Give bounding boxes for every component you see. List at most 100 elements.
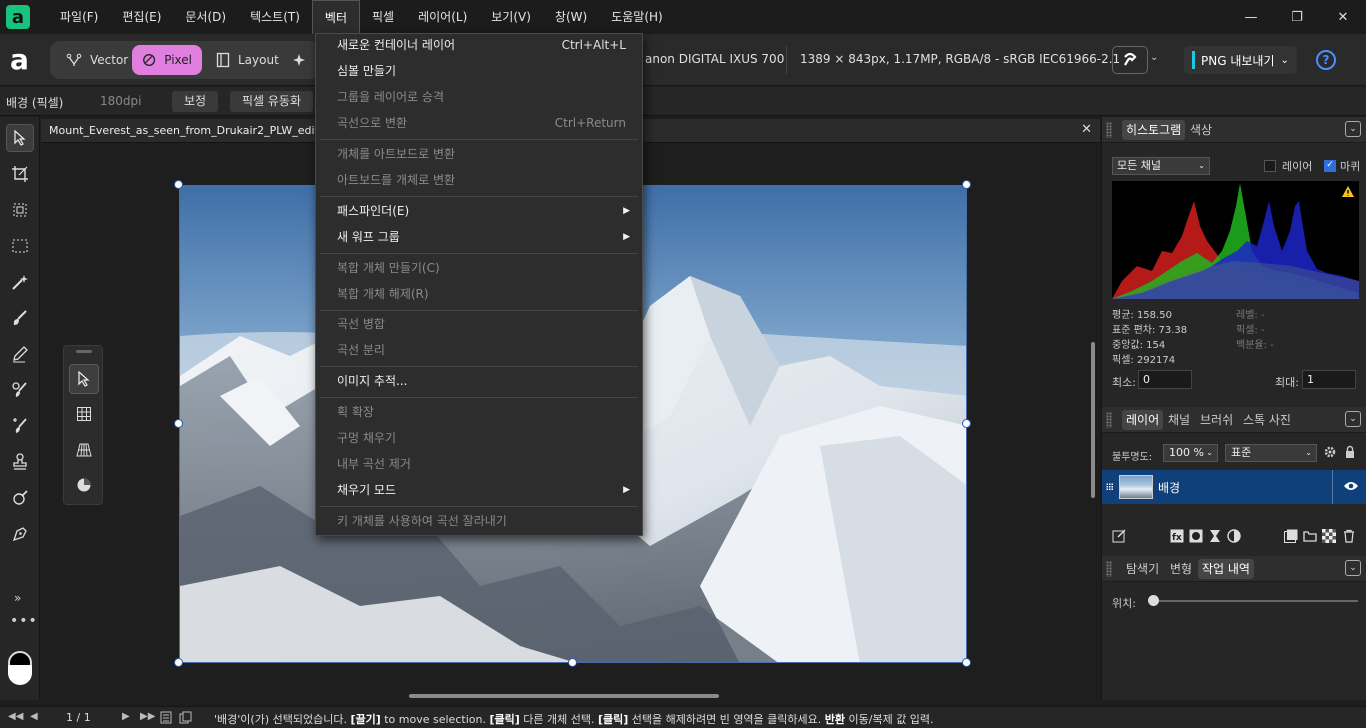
pixel-tool[interactable] [6, 340, 34, 368]
adjust-button[interactable]: 보정 [172, 91, 219, 112]
sparkle-icon[interactable] [292, 53, 306, 67]
selection-brush-tool[interactable] [6, 196, 34, 224]
close-button[interactable]: ✕ [1320, 0, 1366, 34]
folder-icon[interactable] [1303, 529, 1317, 543]
menuitem-release-compound[interactable]: 복합 개체 해제(R) [316, 283, 642, 309]
menuitem-separate-curves[interactable]: 곡선 분리 [316, 339, 642, 365]
stamp-tool[interactable] [6, 448, 34, 476]
edit-layer-icon[interactable] [1112, 529, 1126, 543]
menuitem-artboard-to-object[interactable]: 아트보드를 개체로 변환 [316, 169, 642, 195]
snapping-dropdown-caret[interactable]: ⌄ [1150, 52, 1158, 63]
tab-history[interactable]: 작업 내역 [1198, 559, 1254, 579]
next-page-icon[interactable]: ▶ [122, 711, 130, 722]
menu-edit[interactable]: 편집(E) [110, 0, 173, 34]
menuitem-remove-inner-curves[interactable]: 내부 곡선 제거 [316, 453, 642, 479]
resize-handle-tl[interactable] [174, 180, 183, 189]
menu-document[interactable]: 문서(D) [173, 0, 238, 34]
clone-tool[interactable] [6, 376, 34, 404]
tab-histogram[interactable]: 히스토그램 [1122, 120, 1186, 140]
menu-pixel[interactable]: 픽셀 [360, 0, 406, 34]
panel-grip[interactable] [1106, 561, 1112, 577]
resize-handle-br[interactable] [962, 658, 971, 667]
menuitem-join-curves[interactable]: 곡선 병합 [316, 313, 642, 339]
fx-icon[interactable]: fx [1170, 529, 1184, 543]
restore-button[interactable]: ❐ [1274, 0, 1320, 34]
menuitem-divide-with-key[interactable]: 키 개체를 사용하여 곡선 잘라내기 [316, 510, 642, 536]
layer-checkbox[interactable] [1264, 160, 1276, 172]
persona-pixel[interactable]: Pixel [132, 45, 202, 75]
chevron-down-icon[interactable]: ⌄ [1345, 411, 1361, 427]
tools-options-button[interactable]: ••• [10, 613, 38, 629]
gear-icon[interactable] [1323, 445, 1337, 459]
tab-transform[interactable]: 변형 [1166, 559, 1196, 579]
panel-grip[interactable] [1106, 122, 1112, 138]
flood-select-tool[interactable] [6, 268, 34, 296]
persona-vector[interactable]: Vector [56, 45, 138, 75]
page-icon[interactable] [160, 711, 172, 724]
pages-icon[interactable] [179, 711, 192, 724]
panel-grip[interactable] [76, 350, 92, 353]
float-pointer-tool[interactable] [69, 364, 99, 394]
tab-navigator[interactable]: 탐색기 [1122, 559, 1163, 579]
paint-brush-tool[interactable] [6, 304, 34, 332]
menuitem-new-warp-group[interactable]: 새 워프 그룹 ▶ [316, 226, 642, 252]
adjustment-icon[interactable] [1208, 529, 1222, 543]
menuitem-make-compound[interactable]: 복합 개체 만들기(C) [316, 257, 642, 283]
secondary-color-swatch[interactable] [8, 665, 32, 685]
document-close-button[interactable]: ✕ [1081, 122, 1092, 137]
lock-icon[interactable] [1344, 445, 1356, 459]
layer-drag-icon[interactable] [1106, 483, 1114, 491]
tab-brushes[interactable]: 브러쉬 [1196, 410, 1237, 430]
trash-icon[interactable] [1342, 529, 1356, 543]
panel-grip[interactable] [1106, 412, 1112, 428]
minimize-button[interactable]: — [1228, 0, 1274, 34]
menuitem-expand-stroke[interactable]: 획 확장 [316, 401, 642, 427]
move-tool[interactable] [6, 124, 34, 152]
menu-file[interactable]: 파일(F) [48, 0, 110, 34]
vertical-scrollbar[interactable] [1091, 342, 1095, 498]
marquee-checkbox[interactable]: ✓ [1324, 160, 1336, 172]
chevron-down-icon[interactable]: ⌄ [1345, 560, 1361, 576]
tab-stock[interactable]: 스톡 사진 [1239, 410, 1295, 430]
tab-layers[interactable]: 레이어 [1122, 410, 1164, 430]
resize-handle-tr[interactable] [962, 180, 971, 189]
opacity-select[interactable]: 100 % ⌄ [1163, 444, 1218, 462]
float-mesh-tool[interactable] [69, 399, 99, 429]
menuitem-fill-mode[interactable]: 채우기 모드 ▶ [316, 479, 642, 505]
menu-text[interactable]: 텍스트(T) [238, 0, 312, 34]
liquify-button[interactable]: 픽셀 유동화 [230, 91, 314, 112]
menuitem-promote-group[interactable]: 그룹을 레이어로 승격 [316, 86, 642, 112]
prev-page-icon[interactable]: ◀ [30, 711, 38, 722]
menuitem-create-symbol[interactable]: 심볼 만들기 [316, 60, 642, 86]
float-perspective-tool[interactable] [69, 435, 99, 465]
menuitem-fill-holes[interactable]: 구멍 채우기 [316, 427, 642, 453]
history-slider-knob[interactable] [1148, 595, 1159, 606]
tab-color[interactable]: 색상 [1186, 120, 1216, 140]
fill-tool[interactable] [6, 484, 34, 512]
layer-row-background[interactable]: 배경 [1102, 470, 1366, 504]
menu-layer[interactable]: 레이어(L) [406, 0, 479, 34]
float-fill-tool[interactable] [69, 470, 99, 500]
max-input[interactable]: 1 [1302, 370, 1356, 389]
blend-mode-select[interactable]: 표준 ⌄ [1225, 444, 1317, 462]
menu-vector[interactable]: 벡터 [311, 0, 360, 34]
marquee-tool[interactable] [6, 232, 34, 260]
menu-help[interactable]: 도움말(H) [599, 0, 675, 34]
resize-handle-bl[interactable] [174, 658, 183, 667]
resize-handle-mr[interactable] [962, 419, 971, 428]
live-filter-icon[interactable] [1227, 529, 1241, 543]
menu-window[interactable]: 창(W) [543, 0, 599, 34]
tab-channels[interactable]: 채널 [1164, 410, 1194, 430]
add-pixel-layer-icon[interactable] [1284, 529, 1298, 543]
resize-handle-ml[interactable] [174, 419, 183, 428]
help-button[interactable]: ? [1316, 50, 1336, 70]
crop-tool[interactable] [6, 160, 34, 188]
checkerboard-icon[interactable] [1322, 529, 1336, 543]
menuitem-new-container-layer[interactable]: 새로운 컨테이너 레이어 Ctrl+Alt+L [316, 34, 642, 60]
horizontal-scrollbar[interactable] [409, 694, 719, 698]
pen-tool[interactable] [6, 520, 34, 548]
healing-tool[interactable] [6, 412, 34, 440]
menuitem-object-to-artboard[interactable]: 개체를 아트보드로 변환 [316, 143, 642, 169]
resize-handle-bm[interactable] [568, 658, 577, 667]
chevron-down-icon[interactable]: ⌄ [1345, 121, 1361, 137]
